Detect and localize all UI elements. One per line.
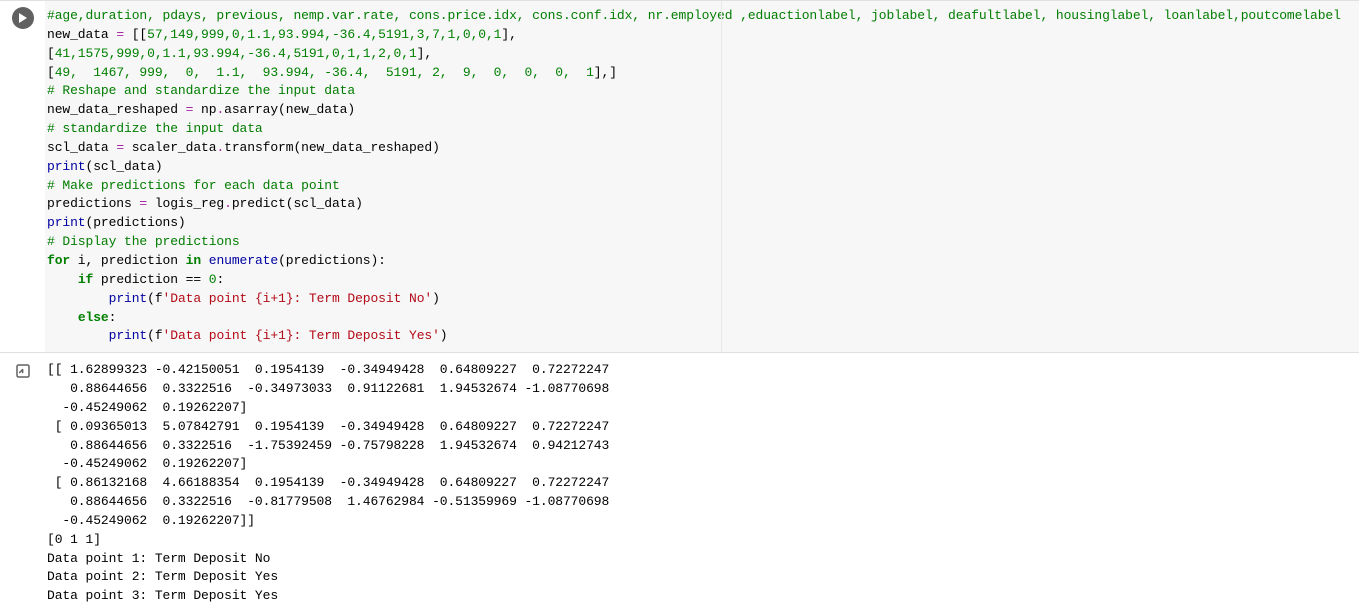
output-line: [[ 1.62899323 -0.42150051 0.1954139 -0.3…: [47, 362, 609, 377]
output-gutter: [0, 359, 45, 612]
code-text: new_data: [47, 27, 116, 42]
output-line: Data point 2: Term Deposit Yes: [47, 569, 278, 584]
code-comment: # Reshape and standardize the input data: [47, 83, 355, 98]
code-string: 'Data point {i+1}: Term Deposit Yes': [163, 328, 440, 343]
play-icon: [18, 13, 28, 23]
output-line: Data point 1: Term Deposit No: [47, 551, 270, 566]
run-button[interactable]: [12, 7, 34, 29]
output-text: [[ 1.62899323 -0.42150051 0.1954139 -0.3…: [45, 359, 1359, 612]
code-cell: #age,duration, pdays, previous, nemp.var…: [0, 0, 1359, 612]
code-keyword: if: [78, 272, 93, 287]
code-editor[interactable]: #age,duration, pdays, previous, nemp.var…: [45, 1, 1359, 352]
code-keyword: for: [47, 253, 70, 268]
code-comment: # Make predictions for each data point: [47, 178, 340, 193]
code-builtin: print: [109, 328, 148, 343]
output-line: [ 0.86132168 4.66188354 0.1954139 -0.349…: [47, 475, 609, 490]
input-wrap: #age,duration, pdays, previous, nemp.var…: [45, 1, 1359, 352]
output-line: -0.45249062 0.19262207]: [47, 456, 247, 471]
code-numbers: 49, 1467, 999, 0, 1.1, 93.994, -36.4, 51…: [55, 65, 594, 80]
output-line: Data point 3: Term Deposit Yes: [47, 588, 278, 603]
output-expand-icon[interactable]: [13, 361, 33, 381]
output-line: -0.45249062 0.19262207]]: [47, 513, 255, 528]
code-comment: # standardize the input data: [47, 121, 263, 136]
output-line: 0.88644656 0.3322516 -1.75392459 -0.7579…: [47, 438, 609, 453]
code-keyword: in: [186, 253, 201, 268]
input-area: #age,duration, pdays, previous, nemp.var…: [0, 0, 1359, 353]
code-comment: # Display the predictions: [47, 234, 240, 249]
code-builtin: print: [47, 215, 86, 230]
code-builtin: print: [109, 291, 148, 306]
code-keyword: else: [78, 310, 109, 325]
code-string: 'Data point {i+1}: Term Deposit No': [163, 291, 433, 306]
output-line: -0.45249062 0.19262207]: [47, 400, 247, 415]
output-line: 0.88644656 0.3322516 -0.34973033 0.91122…: [47, 381, 609, 396]
input-gutter: [0, 1, 45, 352]
output-area: [[ 1.62899323 -0.42150051 0.1954139 -0.3…: [0, 353, 1359, 612]
output-line: [ 0.09365013 5.07842791 0.1954139 -0.349…: [47, 419, 609, 434]
code-numbers: 41,1575,999,0,1.1,93.994,-36.4,5191,0,1,…: [55, 46, 417, 61]
code-numbers: 57,149,999,0,1.1,93.994,-36.4,5191,3,7,1…: [147, 27, 501, 42]
output-line: [0 1 1]: [47, 532, 101, 547]
code-builtin: print: [47, 159, 86, 174]
output-line: 0.88644656 0.3322516 -0.81779508 1.46762…: [47, 494, 609, 509]
code-comment: #age,duration, pdays, previous, nemp.var…: [47, 8, 1341, 23]
